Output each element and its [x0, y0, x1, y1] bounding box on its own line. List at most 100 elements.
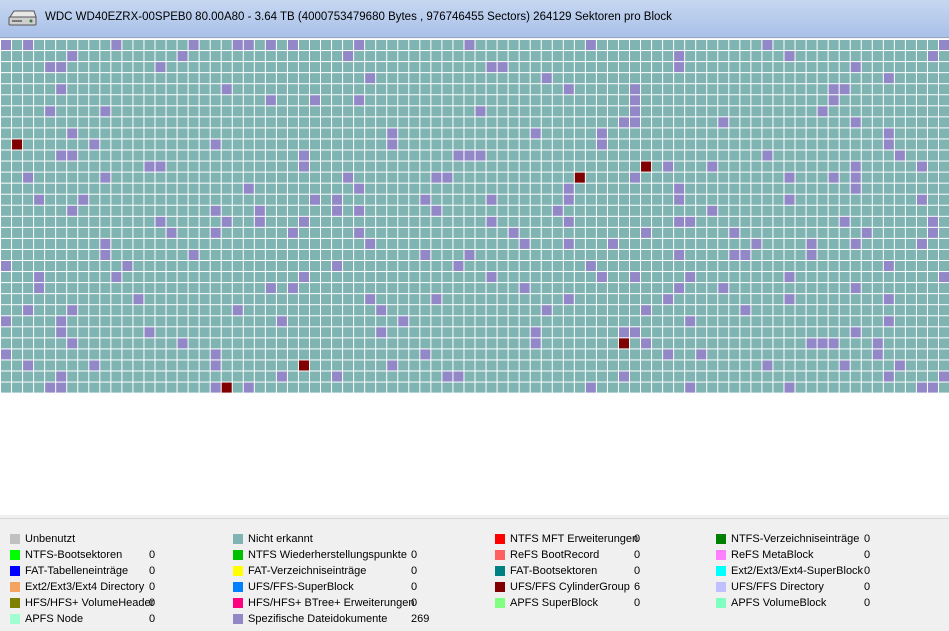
block-cell[interactable] — [155, 349, 166, 360]
block-cell-specific-file[interactable] — [630, 172, 641, 183]
block-cell[interactable] — [221, 338, 232, 349]
block-cell-specific-file[interactable] — [894, 360, 905, 371]
block-cell[interactable] — [497, 73, 508, 84]
block-cell-specific-file[interactable] — [464, 249, 475, 260]
block-cell[interactable] — [839, 194, 850, 205]
block-cell[interactable] — [806, 305, 817, 316]
block-cell[interactable] — [927, 150, 938, 161]
block-cell[interactable] — [707, 316, 718, 327]
block-cell[interactable] — [596, 349, 607, 360]
block-cell[interactable] — [265, 238, 276, 249]
block-cell[interactable] — [354, 327, 365, 338]
block-cell[interactable] — [663, 73, 674, 84]
block-cell[interactable] — [309, 183, 321, 194]
block-cell[interactable] — [596, 150, 607, 161]
block-cell[interactable] — [806, 139, 817, 150]
block-cell[interactable] — [563, 338, 574, 349]
block-cell[interactable] — [387, 238, 398, 249]
block-cell[interactable] — [707, 272, 718, 283]
block-cell-specific-file[interactable] — [519, 238, 530, 249]
block-cell[interactable] — [486, 305, 497, 316]
block-cell[interactable] — [497, 305, 508, 316]
block-cell[interactable] — [607, 371, 618, 382]
block-cell[interactable] — [100, 338, 111, 349]
block-cell[interactable] — [707, 327, 718, 338]
block-cell[interactable] — [563, 272, 574, 283]
block-cell[interactable] — [718, 349, 729, 360]
block-cell[interactable] — [332, 316, 343, 327]
block-cell[interactable] — [309, 261, 321, 272]
block-cell[interactable] — [641, 51, 652, 62]
block-cell[interactable] — [718, 294, 729, 305]
block-cell[interactable] — [442, 360, 453, 371]
block-cell[interactable] — [287, 371, 298, 382]
block-cell[interactable] — [354, 316, 365, 327]
block-cell[interactable] — [751, 272, 762, 283]
block-cell[interactable] — [795, 150, 806, 161]
block-cell[interactable] — [475, 73, 486, 84]
block-cell[interactable] — [927, 84, 938, 95]
block-cell[interactable] — [232, 150, 243, 161]
block-cell[interactable] — [464, 216, 475, 227]
block-cell[interactable] — [12, 305, 23, 316]
block-cell[interactable] — [508, 327, 519, 338]
block-cell[interactable] — [486, 106, 497, 117]
block-cell[interactable] — [221, 194, 232, 205]
block-cell[interactable] — [641, 216, 652, 227]
block-cell[interactable] — [232, 360, 243, 371]
block-cell[interactable] — [409, 227, 420, 238]
block-cell[interactable] — [464, 128, 475, 139]
block-cell[interactable] — [89, 305, 100, 316]
block-cell[interactable] — [321, 194, 332, 205]
block-cell[interactable] — [144, 73, 155, 84]
block-cell[interactable] — [354, 128, 365, 139]
block-cell[interactable] — [905, 95, 916, 106]
block-cell[interactable] — [839, 95, 850, 106]
block-cell[interactable] — [729, 194, 740, 205]
block-cell[interactable] — [817, 305, 828, 316]
block-cell[interactable] — [938, 327, 949, 338]
block-cell[interactable] — [188, 128, 199, 139]
block-cell[interactable] — [343, 150, 354, 161]
block-cell[interactable] — [806, 227, 817, 238]
block-cell[interactable] — [828, 73, 839, 84]
block-cell[interactable] — [530, 349, 541, 360]
block-cell[interactable] — [574, 349, 585, 360]
block-cell[interactable] — [166, 216, 177, 227]
block-cell[interactable] — [464, 338, 475, 349]
block-cell[interactable] — [221, 106, 232, 117]
block-cell[interactable] — [927, 272, 938, 283]
block-cell[interactable] — [729, 283, 740, 294]
block-cell[interactable] — [343, 128, 354, 139]
block-cell[interactable] — [652, 216, 663, 227]
block-cell[interactable] — [23, 338, 34, 349]
block-cell-specific-file[interactable] — [365, 73, 376, 84]
block-cell[interactable] — [387, 194, 398, 205]
block-cell[interactable] — [850, 349, 861, 360]
block-cell[interactable] — [254, 305, 265, 316]
block-cell[interactable] — [34, 316, 45, 327]
block-cell[interactable] — [100, 62, 111, 73]
block-cell[interactable] — [387, 40, 398, 51]
block-cell[interactable] — [442, 327, 453, 338]
block-cell[interactable] — [23, 371, 34, 382]
block-cell[interactable] — [762, 371, 773, 382]
block-cell[interactable] — [563, 128, 574, 139]
block-cell[interactable] — [376, 95, 387, 106]
block-cell[interactable] — [144, 382, 155, 393]
block-cell[interactable] — [177, 172, 188, 183]
block-cell[interactable] — [475, 249, 486, 260]
block-cell[interactable] — [508, 40, 519, 51]
block-cell[interactable] — [398, 106, 409, 117]
block-cell[interactable] — [100, 316, 111, 327]
block-cell[interactable] — [740, 205, 751, 216]
block-cell[interactable] — [122, 305, 133, 316]
block-cell-specific-file[interactable] — [872, 349, 883, 360]
block-cell[interactable] — [618, 194, 629, 205]
block-cell[interactable] — [78, 327, 89, 338]
block-cell[interactable] — [243, 128, 254, 139]
block-cell[interactable] — [287, 194, 298, 205]
block-cell[interactable] — [89, 172, 100, 183]
block-cell[interactable] — [387, 73, 398, 84]
block-cell[interactable] — [332, 51, 343, 62]
